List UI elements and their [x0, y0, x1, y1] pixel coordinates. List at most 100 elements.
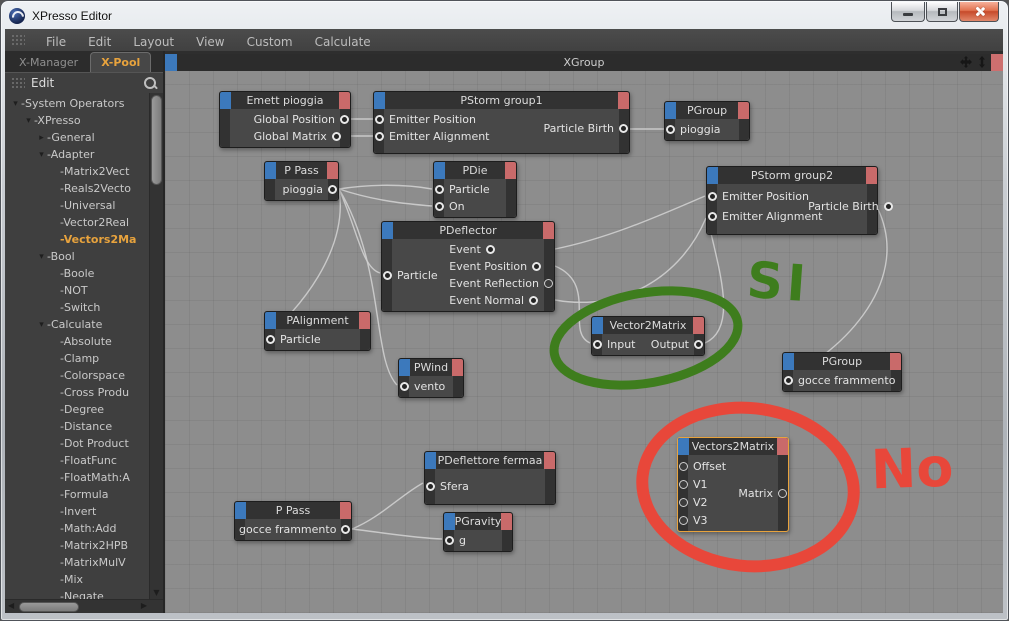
node-corner-red[interactable] — [890, 353, 901, 370]
tree-item-system-operators[interactable]: ▾System Operators — [5, 95, 149, 112]
menu-item-layout[interactable]: Layout — [122, 33, 185, 51]
node-corner-red[interactable] — [359, 312, 370, 329]
port-global-matrix[interactable] — [331, 132, 341, 141]
port-particle-birth[interactable] — [883, 201, 893, 211]
port-output[interactable] — [694, 340, 703, 349]
node-pgroup-10[interactable]: PGroup gocce frammento — [782, 352, 902, 392]
node-corner-red[interactable] — [340, 502, 351, 519]
node-title-bar[interactable]: PDeflettore fermaa — [425, 452, 555, 469]
tab-x-manager[interactable]: X-Manager — [9, 53, 88, 72]
port-event-reflection[interactable] — [544, 279, 553, 288]
grip-icon[interactable] — [11, 33, 25, 47]
port-event-position[interactable] — [532, 262, 542, 271]
tree-item-bool[interactable]: ▾Bool — [5, 248, 149, 265]
node-corner-blue[interactable] — [678, 438, 689, 455]
port-emitter-position[interactable] — [375, 115, 384, 124]
wire-pdeflector-event-to-pstorm-group2-emitter-position[interactable] — [554, 195, 706, 250]
scroll-left-icon[interactable]: ◀ — [8, 601, 14, 610]
tree-item-boole[interactable]: Boole — [5, 265, 149, 282]
scrollbar-thumb[interactable] — [151, 95, 162, 185]
expand-arrow-icon[interactable]: ▾ — [36, 252, 47, 262]
port-event[interactable] — [485, 245, 495, 254]
port-matrix[interactable] — [778, 488, 787, 498]
node-title-bar[interactable]: PDeflector — [382, 222, 554, 239]
expand-arrow-icon[interactable]: ▾ — [36, 320, 47, 330]
node-pgroup-2[interactable]: PGroup pioggia — [664, 101, 750, 141]
node-palignment-7[interactable]: PAlignment Particle — [264, 311, 371, 351]
tree-item-vector2real[interactable]: Vector2Real — [5, 214, 149, 231]
minimize-button[interactable] — [891, 2, 925, 22]
node-title-bar[interactable]: PDie — [434, 162, 516, 179]
port-emitter-alignment[interactable] — [708, 211, 717, 221]
menu-item-edit[interactable]: Edit — [77, 33, 122, 51]
node-canvas[interactable]: Emett pioggia Global Position Global Matri… — [165, 71, 1003, 613]
node-corner-blue[interactable] — [783, 353, 794, 370]
move-icon[interactable] — [960, 56, 972, 68]
tree-item-vectors2ma[interactable]: Vectors2Ma — [5, 231, 149, 248]
node-pgravity-13[interactable]: PGravity g — [443, 512, 513, 552]
node-title-bar[interactable]: P Pass — [265, 162, 338, 179]
tree-item-cross-produ[interactable]: Cross Produ — [5, 384, 149, 401]
port-gocce-frammento[interactable] — [341, 525, 351, 534]
tree-item-floatmath-a[interactable]: FloatMath:A — [5, 469, 149, 486]
tree-horizontal-scrollbar[interactable]: ◀ ▶ — [5, 599, 163, 613]
node-corner-blue[interactable] — [592, 317, 603, 334]
port-sfera[interactable] — [426, 482, 435, 491]
expand-arrow-icon[interactable]: ▸ — [36, 133, 47, 143]
node-title-bar[interactable]: Vectors2Matrix — [678, 438, 788, 455]
tree-item-reals2vecto[interactable]: Reals2Vecto — [5, 180, 149, 197]
menu-item-custom[interactable]: Custom — [236, 33, 304, 51]
port-v3[interactable] — [679, 515, 688, 525]
node-corner-red[interactable] — [543, 222, 554, 239]
port-particle[interactable] — [435, 185, 444, 194]
node-title-bar[interactable]: PStorm group2 — [707, 167, 877, 184]
node-corner-red[interactable] — [327, 162, 338, 179]
xgroup-header[interactable]: XGroup — [165, 54, 1003, 71]
port-particle[interactable] — [383, 270, 392, 280]
port-input[interactable] — [593, 340, 602, 349]
fit-vertical-icon[interactable] — [977, 56, 987, 68]
node-corner-blue[interactable] — [235, 502, 246, 519]
port-global-position[interactable] — [340, 115, 349, 124]
port-vento[interactable] — [400, 382, 409, 391]
tree-item-not[interactable]: NOT — [5, 282, 149, 299]
scroll-down-icon[interactable]: ▼ — [150, 588, 163, 597]
node-corner-red[interactable] — [866, 167, 877, 184]
node-vectors2matrix-14[interactable]: Vectors2Matrix Offset V1 V2 V3 Matrix — [677, 437, 789, 532]
tree-item-dot-product[interactable]: Dot Product — [5, 435, 149, 452]
port-v2[interactable] — [679, 497, 688, 507]
node-corner-blue[interactable] — [265, 162, 276, 179]
tab-x-pool[interactable]: X-Pool — [90, 52, 152, 72]
node-title-bar[interactable]: Emett pioggia — [220, 92, 350, 109]
node-corner-red[interactable] — [501, 513, 512, 530]
port-offset[interactable] — [679, 461, 688, 471]
node-pdeflettore-fermaa-11[interactable]: PDeflettore fermaa Sfera — [424, 451, 556, 505]
search-icon[interactable] — [144, 76, 157, 90]
node-corner-blue[interactable] — [444, 513, 455, 530]
node-title-bar[interactable]: PWind — [399, 359, 463, 376]
node-corner-red[interactable] — [339, 92, 350, 109]
expand-arrow-icon[interactable]: ▾ — [23, 116, 34, 126]
tree-item-matrix2vect[interactable]: Matrix2Vect — [5, 163, 149, 180]
wire-p-pass-gocce-frammento-to-pgravity-g[interactable] — [351, 528, 443, 540]
node-corner-red[interactable] — [777, 438, 788, 455]
node-p-pass-3[interactable]: P Pass pioggia — [264, 161, 339, 201]
node-title-bar[interactable]: Vector2Matrix — [592, 317, 704, 334]
node-pstorm-group1-1[interactable]: PStorm group1 Emitter Position Emitter Ali… — [373, 91, 630, 154]
grip-icon[interactable] — [11, 76, 25, 90]
node-pwind-9[interactable]: PWind vento — [398, 358, 464, 398]
node-title-bar[interactable]: PGroup — [665, 102, 749, 119]
tree-item-clamp[interactable]: Clamp — [5, 350, 149, 367]
node-corner-red[interactable] — [505, 162, 516, 179]
tree-item-colorspace[interactable]: Colorspace — [5, 367, 149, 384]
port-particle[interactable] — [266, 335, 275, 344]
tree-item-distance[interactable]: Distance — [5, 418, 149, 435]
node-corner-red[interactable] — [452, 359, 463, 376]
header-blue-square[interactable] — [165, 54, 177, 71]
maximize-button[interactable] — [926, 2, 958, 22]
port-v1[interactable] — [679, 479, 688, 489]
node-corner-blue[interactable] — [399, 359, 410, 376]
header-red-square[interactable] — [991, 54, 1003, 71]
tree-item-general[interactable]: ▸General — [5, 129, 149, 146]
tree-item-mix[interactable]: Mix — [5, 571, 149, 588]
